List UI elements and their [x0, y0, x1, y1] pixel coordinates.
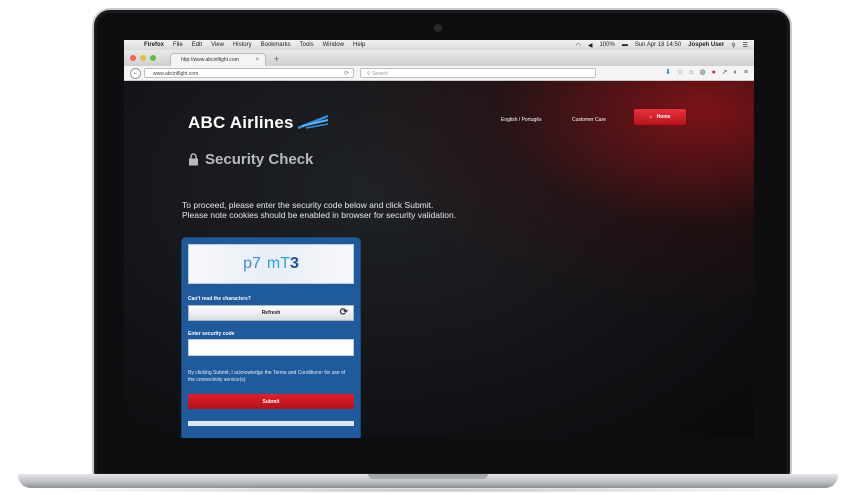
- captcha-chars-3: 3: [290, 255, 299, 272]
- browser-tab[interactable]: http://www.abcinflight.com ×: [170, 53, 266, 66]
- user-name[interactable]: Jospeh User: [688, 42, 724, 48]
- captcha-image: p7 mT 3: [188, 244, 354, 284]
- menu-app-name[interactable]: Firefox: [144, 42, 164, 48]
- laptop-base-notch: [368, 474, 488, 479]
- browser-tab-bar: http://www.abcinflight.com × +: [124, 50, 754, 67]
- menu-file[interactable]: File: [173, 42, 183, 48]
- page-title-text: Security Check: [205, 151, 314, 168]
- cant-read-label: Can't read the characters?: [188, 296, 251, 302]
- menu-help[interactable]: Help: [353, 42, 365, 48]
- house-icon: ⌂: [649, 114, 653, 120]
- refresh-button[interactable]: Refresh ⟳: [188, 305, 354, 321]
- lock-icon: [189, 153, 198, 166]
- share-icon[interactable]: ➚: [722, 68, 728, 78]
- spotlight-icon[interactable]: ⚲: [731, 42, 735, 49]
- reload-icon[interactable]: ⟳: [344, 69, 349, 79]
- search-placeholder: Search: [372, 71, 388, 77]
- new-tab-icon[interactable]: +: [274, 54, 279, 64]
- sync-icon[interactable]: ◐: [734, 68, 738, 78]
- bookmark-star-icon[interactable]: ☆: [677, 68, 683, 78]
- menu-extras: ◠ ◀ 100% ▬ Sun Apr 18 14:50 Jospeh User …: [576, 40, 748, 50]
- submit-button[interactable]: Submit: [188, 394, 354, 409]
- page-title: Security Check: [188, 151, 313, 168]
- site-logo[interactable]: ABC Airlines: [188, 113, 294, 133]
- security-panel: p7 mT 3 Can't read the characters? Refre…: [182, 238, 360, 438]
- address-url: www.abcinflight.com: [153, 71, 199, 77]
- security-code-input[interactable]: [188, 339, 354, 356]
- battery-level[interactable]: 100%: [599, 42, 614, 48]
- back-arrow-icon[interactable]: ←: [130, 68, 141, 79]
- wifi-icon[interactable]: ◠: [576, 42, 581, 49]
- captcha-chars-2: mT: [266, 255, 290, 272]
- menu-bookmarks[interactable]: Bookmarks: [261, 42, 291, 48]
- menu-tools[interactable]: Tools: [300, 42, 314, 48]
- home-icon[interactable]: ⌂: [689, 68, 693, 78]
- laptop-screen: Firefox File Edit View History Bookmarks…: [124, 40, 754, 438]
- webcam: [434, 24, 442, 32]
- zoom-window-icon[interactable]: [150, 55, 156, 61]
- search-box[interactable]: ⚲ Search: [360, 68, 596, 78]
- panel-footer: [188, 421, 354, 426]
- mac-menu-bar: Firefox File Edit View History Bookmarks…: [124, 40, 754, 50]
- menu-window[interactable]: Window: [323, 42, 344, 48]
- menu-edit[interactable]: Edit: [192, 42, 202, 48]
- logo-swoosh-icon: [297, 114, 329, 130]
- customer-care-link[interactable]: Customer Care: [572, 117, 606, 123]
- volume-icon[interactable]: ◀: [588, 42, 593, 49]
- close-tab-icon[interactable]: ×: [255, 57, 259, 63]
- language-link[interactable]: English / Portugês: [501, 117, 542, 123]
- instruction-line-1: To proceed, please enter the security co…: [182, 200, 434, 210]
- instruction-line-2: Please note cookies should be enabled in…: [182, 210, 457, 220]
- tab-title: http://www.abcinflight.com: [181, 57, 239, 63]
- laptop-shadow: [30, 487, 826, 493]
- download-icon[interactable]: ⬇: [665, 68, 671, 78]
- menu-view[interactable]: View: [211, 42, 224, 48]
- menu-history[interactable]: History: [233, 42, 252, 48]
- refresh-button-label: Refresh: [261, 310, 281, 316]
- window-controls: [130, 55, 156, 61]
- close-window-icon[interactable]: [130, 55, 136, 61]
- browser-nav-bar: ← www.abcinflight.com ⟳ ⚲ Search ⬇ ☆ ⌂ ◍…: [124, 66, 754, 81]
- terms-text: By clicking Submit, I acknowledge the Te…: [188, 370, 346, 383]
- home-button[interactable]: ⌂ Home: [634, 109, 686, 125]
- clock[interactable]: Sun Apr 18 14:50: [635, 42, 681, 48]
- web-page: ABC Airlines English / Portugês Customer…: [124, 81, 754, 438]
- notification-center-icon[interactable]: ☰: [743, 42, 748, 49]
- menu-icon[interactable]: ≡: [744, 68, 748, 78]
- address-bar[interactable]: www.abcinflight.com ⟳: [144, 68, 354, 78]
- enter-code-label: Enter security code: [188, 331, 235, 337]
- captcha-chars-1: p7: [243, 255, 261, 272]
- home-button-label: Home: [656, 114, 671, 120]
- browser-toolbar-icons: ⬇ ☆ ⌂ ◍ ● ➚ ◐ ≡: [665, 68, 748, 78]
- instructions: To proceed, please enter the security co…: [182, 200, 456, 220]
- minimize-window-icon[interactable]: [140, 55, 146, 61]
- pocket-icon[interactable]: ◍: [699, 68, 705, 78]
- battery-icon[interactable]: ▬: [622, 42, 628, 48]
- refresh-icon: ⟳: [339, 307, 348, 318]
- addon-icon[interactable]: ●: [712, 68, 716, 78]
